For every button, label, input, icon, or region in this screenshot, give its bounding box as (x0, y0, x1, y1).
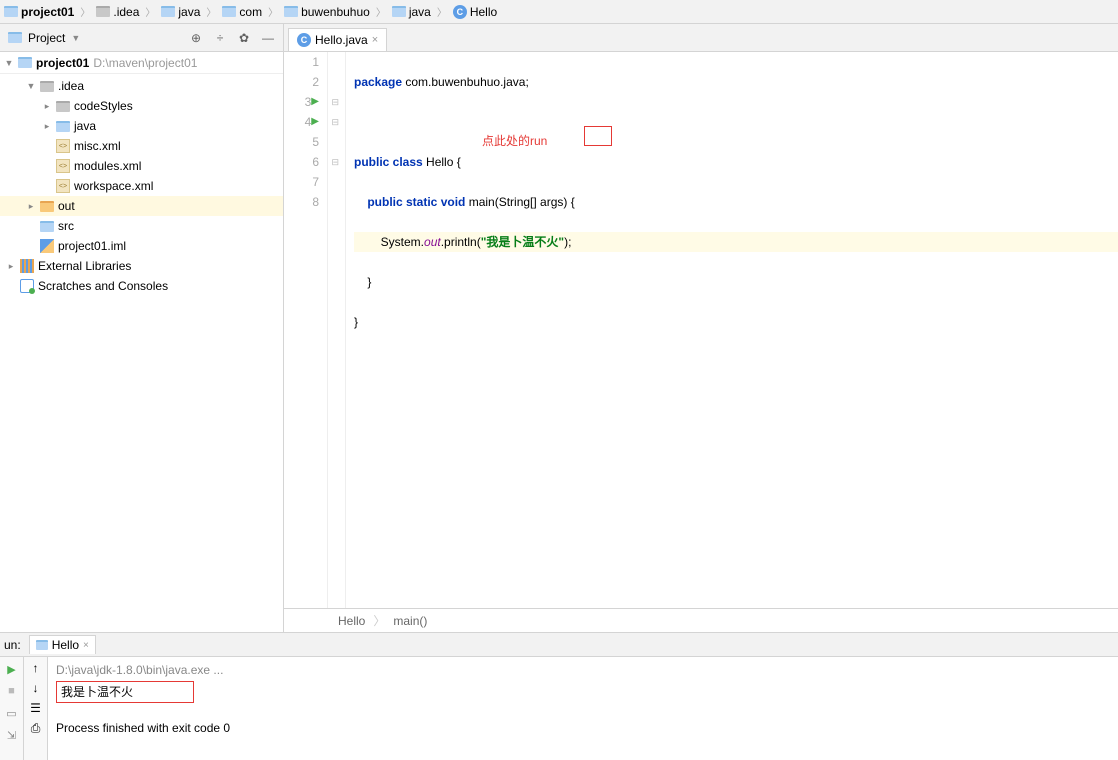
tree-item-label: workspace.xml (74, 179, 153, 193)
crumb-class-name[interactable]: Hello (338, 614, 365, 628)
tree-item-modules-xml[interactable]: <> modules.xml (0, 156, 283, 176)
xml-icon: <> (56, 139, 70, 153)
tree-item-project01-iml[interactable]: project01.iml (0, 236, 283, 256)
editor-area: C Hello.java × 点此处的run 123 ▶4 ▶5678 ⊟⊟⊟ … (284, 24, 1118, 632)
layout-icon[interactable]: ▭ (4, 705, 20, 721)
tree-item-workspace-xml[interactable]: <> workspace.xml (0, 176, 283, 196)
library-icon (20, 259, 34, 273)
java-file-icon: C (297, 33, 311, 47)
run-highlight-box (584, 126, 612, 146)
project-sidebar: Project ▼ ⊕ ÷ ✿ — ▼ project01 D:\maven\p… (0, 24, 284, 632)
gear-icon[interactable]: ✿ (237, 31, 251, 45)
crumb-java2[interactable]: java (392, 5, 431, 19)
tree-item-out[interactable]: ▸out (0, 196, 283, 216)
run-config-icon (36, 640, 48, 650)
tree-item-label: codeStyles (74, 99, 133, 113)
tree-item-label: Scratches and Consoles (38, 279, 168, 293)
tree-item--idea[interactable]: ▼.idea (0, 76, 283, 96)
run-gutter-icon-4[interactable]: ▶ (311, 112, 319, 132)
dropdown-icon[interactable]: ▼ (71, 33, 80, 43)
wrap-icon[interactable]: ☰ (30, 701, 41, 715)
tree-item-codeStyles[interactable]: ▸codeStyles (0, 96, 283, 116)
tab-label: Hello.java (315, 33, 368, 47)
console-cmd: D:\java\jdk-1.8.0\bin\java.exe ... (56, 661, 1110, 679)
print-icon[interactable]: ⎙ (31, 721, 41, 736)
up-icon[interactable]: ↑ (33, 661, 39, 675)
run-gutter-icon-3[interactable]: ▶ (311, 92, 319, 112)
tree-item-label: .idea (58, 79, 84, 93)
tree-item-label: project01.iml (58, 239, 126, 253)
sidebar-header: Project ▼ ⊕ ÷ ✿ — (0, 24, 283, 52)
crumb-method-name[interactable]: main() (393, 614, 427, 628)
folder-icon (56, 121, 70, 132)
run-header: un: Hello × (0, 633, 1118, 657)
code-editor[interactable]: 123 ▶4 ▶5678 ⊟⊟⊟ package com.buwenbuhuo.… (284, 52, 1118, 608)
editor-tab-hello[interactable]: C Hello.java × (288, 28, 387, 51)
hide-icon[interactable]: — (261, 31, 275, 45)
project-tree: ▼.idea▸codeStyles▸java <> misc.xml <> module… (0, 74, 283, 632)
sidebar-title: Project (28, 31, 65, 45)
tree-item-java[interactable]: ▸java (0, 116, 283, 136)
console-exit: Process finished with exit code 0 (56, 719, 1110, 737)
breadcrumb-bar: project01 〉 .idea 〉 java 〉 com 〉 buwenbu… (0, 0, 1118, 24)
tree-external-libraries[interactable]: ▸External Libraries (0, 256, 283, 276)
project-icon (8, 32, 22, 43)
tree-item-misc-xml[interactable]: <> misc.xml (0, 136, 283, 156)
stop-icon[interactable]: ■ (4, 683, 20, 699)
xml-icon: <> (56, 159, 70, 173)
crumb-class[interactable]: CHello (453, 5, 497, 19)
console-output-line: 我是卜温不火 (56, 681, 194, 703)
tree-scratches[interactable]: Scratches and Consoles (0, 276, 283, 296)
project-root-row[interactable]: ▼ project01 D:\maven\project01 (0, 52, 283, 74)
tree-item-label: java (74, 119, 96, 133)
line-numbers: 123 ▶4 ▶5678 (284, 52, 328, 608)
tree-item-label: External Libraries (38, 259, 131, 273)
crumb-com[interactable]: com (222, 5, 262, 19)
fold-gutter: ⊟⊟⊟ (328, 52, 346, 608)
tree-item-src[interactable]: src (0, 216, 283, 236)
editor-tabs: C Hello.java × (284, 24, 1118, 52)
tree-item-label: out (58, 199, 75, 213)
pin-icon[interactable]: ⇲ (4, 727, 20, 743)
crumb-idea[interactable]: .idea (96, 5, 139, 19)
xml-icon: <> (56, 179, 70, 193)
run-panel-label: un: (4, 638, 21, 652)
tree-item-label: src (58, 219, 74, 233)
target-icon[interactable]: ⊕ (189, 31, 203, 45)
run-tab-label: Hello (52, 638, 79, 652)
iml-icon (40, 239, 54, 253)
rerun-icon[interactable]: ▶ (4, 661, 20, 677)
tree-item-label: misc.xml (74, 139, 121, 153)
run-panel: un: Hello × ▶ ■ ▭ ⇲ ↑ ↓ ☰ ⎙ D:\java\jdk-… (0, 632, 1118, 760)
folder-grey-icon (40, 81, 54, 92)
project-name: project01 (36, 56, 89, 70)
folder-orange-icon (40, 201, 54, 212)
console-output[interactable]: D:\java\jdk-1.8.0\bin\java.exe ... 我是卜温不… (48, 657, 1118, 760)
down-icon[interactable]: ↓ (33, 681, 39, 695)
folder-grey-icon (56, 101, 70, 112)
code-content[interactable]: package com.buwenbuhuo.java; public clas… (346, 52, 1118, 608)
crumb-buwenbuhuo[interactable]: buwenbuhuo (284, 5, 370, 19)
close-tab-icon[interactable]: × (372, 34, 378, 46)
run-toolbar-nav: ↑ ↓ ☰ ⎙ (24, 657, 48, 760)
crumb-java1[interactable]: java (161, 5, 200, 19)
run-annotation: 点此处的run (482, 132, 547, 149)
collapse-icon[interactable]: ÷ (213, 31, 227, 45)
editor-crumb-bar: Hello 〉 main() (284, 608, 1118, 632)
project-path: D:\maven\project01 (93, 56, 197, 70)
tree-item-label: modules.xml (74, 159, 141, 173)
close-run-tab-icon[interactable]: × (83, 640, 89, 651)
scratches-icon (20, 279, 34, 293)
crumb-sep: 〉 (80, 4, 90, 19)
folder-icon (40, 221, 54, 232)
run-toolbar-left: ▶ ■ ▭ ⇲ (0, 657, 24, 760)
crumb-root[interactable]: project01 (4, 5, 74, 19)
run-tab-hello[interactable]: Hello × (29, 635, 96, 654)
